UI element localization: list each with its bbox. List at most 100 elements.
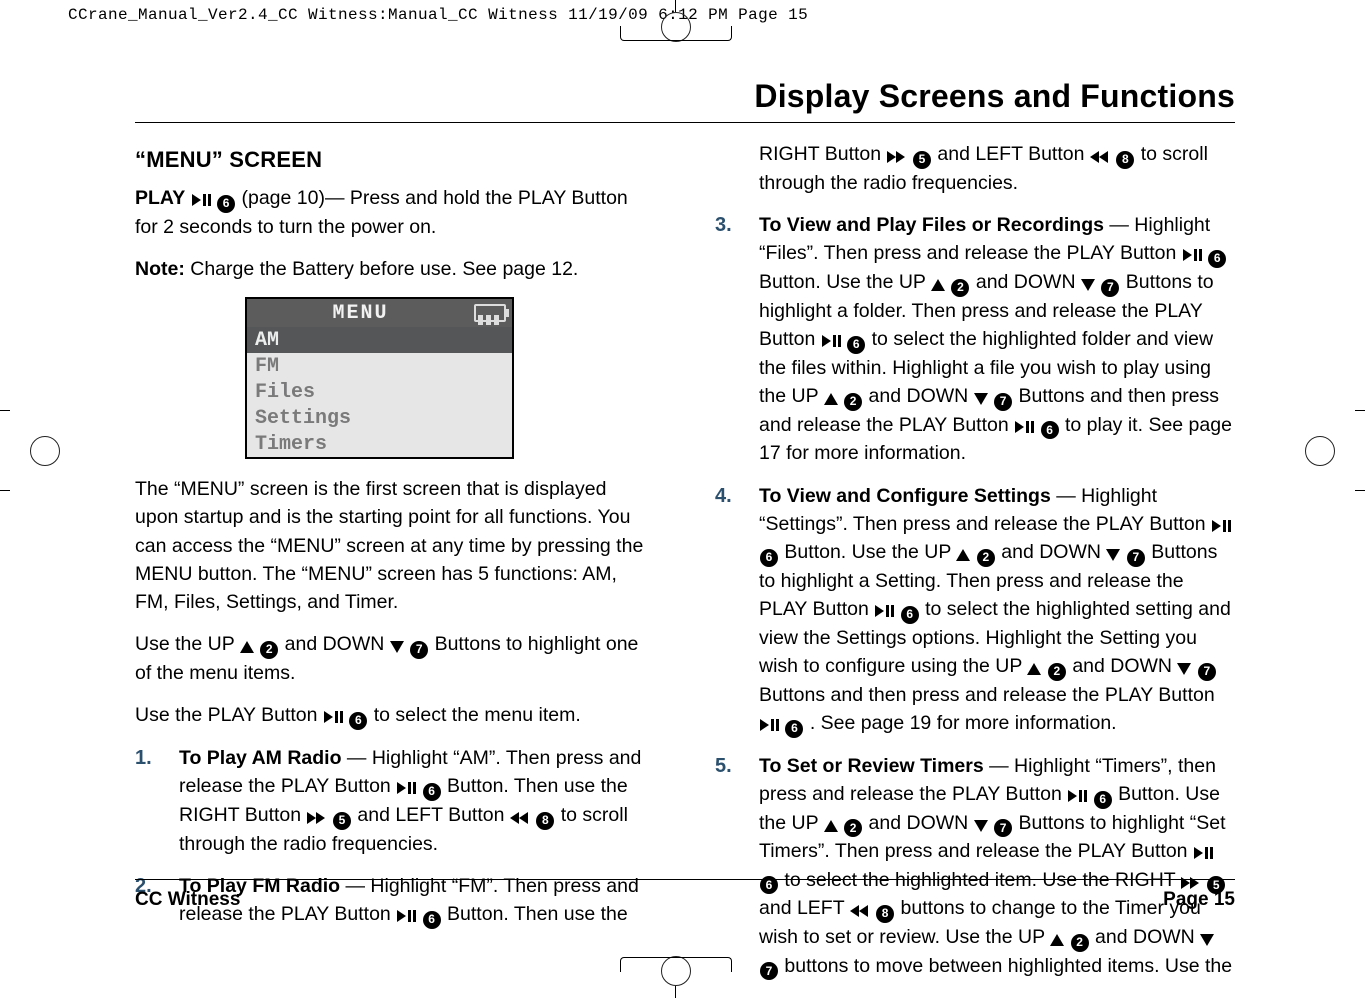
text: and DOWN (1072, 655, 1177, 677)
up-arrow-icon (931, 279, 945, 291)
list-item: 5. To Set or Review Timers — Highlight “… (715, 752, 1235, 981)
callout-6-icon: 6 (760, 549, 778, 567)
down-arrow-icon (1081, 279, 1095, 291)
paragraph: The “MENU” screen is the first screen th… (135, 475, 655, 616)
crop-mark (0, 490, 10, 491)
registration-mark-right (1305, 436, 1335, 466)
list-number: 4. (715, 482, 732, 511)
callout-6-icon: 6 (1041, 421, 1059, 439)
up-arrow-icon (956, 549, 970, 561)
right-column: RIGHT Button 5 and LEFT Button 8 to scro… (715, 140, 1235, 875)
lcd-row: AM (247, 327, 512, 353)
play-pause-icon (396, 909, 416, 923)
text: and DOWN (1001, 541, 1106, 563)
note-text: Charge the Battery before use. See page … (190, 258, 578, 280)
list-number: 5. (715, 752, 732, 781)
callout-6-icon: 6 (785, 720, 803, 738)
text: Use the PLAY Button (135, 704, 323, 726)
play-pause-icon (759, 718, 779, 732)
fast-forward-icon (887, 151, 907, 163)
callout-6-icon: 6 (349, 712, 367, 730)
fast-forward-icon (307, 812, 327, 824)
footer-rule (135, 879, 1235, 880)
callout-2-icon: 2 (844, 819, 862, 837)
list-item: 3. To View and Play Files or Recordings … (715, 211, 1235, 468)
play-pause-icon (1211, 519, 1231, 533)
down-arrow-icon (1177, 663, 1191, 675)
callout-2-icon: 2 (951, 279, 969, 297)
play-pause-icon (191, 193, 211, 207)
play-pause-icon (1182, 248, 1202, 262)
callout-7-icon: 7 (994, 819, 1012, 837)
text: Button. Use the UP (784, 541, 956, 563)
text: . See page 19 for more information. (810, 712, 1117, 734)
page-header: Display Screens and Functions (135, 78, 1235, 115)
section-heading: “MENU” SCREEN (135, 144, 655, 176)
callout-6-icon: 6 (1094, 791, 1112, 809)
paragraph: Use the PLAY Button 6 to select the menu… (135, 701, 655, 730)
battery-icon (474, 304, 506, 322)
callout-8-icon: 8 (1116, 151, 1134, 169)
text: and DOWN (976, 271, 1081, 293)
list-lead: To View and Configure Settings (759, 485, 1051, 507)
text: Buttons and then press and release the P… (759, 684, 1215, 706)
up-arrow-icon (824, 393, 838, 405)
play-pause-icon (874, 604, 894, 618)
footer-right: Page 15 (1163, 889, 1235, 911)
text: and LEFT Button (937, 143, 1090, 165)
play-pause-icon (1014, 420, 1034, 434)
note-label: Note: (135, 258, 185, 280)
callout-6-icon: 6 (423, 783, 441, 801)
down-arrow-icon (974, 393, 988, 405)
callout-7-icon: 7 (1198, 663, 1216, 681)
list-number: 1. (135, 744, 152, 773)
lcd-row: Settings (247, 405, 512, 431)
header-rule (135, 122, 1235, 123)
text: RIGHT Button (759, 143, 887, 165)
callout-7-icon: 7 (994, 393, 1012, 411)
play-pause-icon (821, 334, 841, 348)
callout-2-icon: 2 (260, 641, 278, 659)
text: Use the UP (135, 633, 240, 655)
rewind-icon (1090, 151, 1110, 163)
play-label: PLAY (135, 187, 185, 209)
text: and DOWN (869, 385, 974, 407)
text: and DOWN (1095, 926, 1200, 948)
registration-mark-left (30, 436, 60, 466)
callout-6-icon: 6 (1208, 250, 1226, 268)
left-column: “MENU” SCREEN PLAY 6 (page 10)— Press an… (135, 140, 655, 875)
callout-2-icon: 2 (1071, 934, 1089, 952)
crop-mark (1355, 490, 1365, 491)
up-arrow-icon (1027, 663, 1041, 675)
lcd-row: Timers (247, 431, 512, 457)
callout-2-icon: 2 (977, 549, 995, 567)
callout-6-icon: 6 (901, 606, 919, 624)
footer-left: CC Witness (135, 889, 240, 911)
page-title: Display Screens and Functions (135, 78, 1235, 115)
crop-mark (0, 410, 10, 411)
list-number: 3. (715, 211, 732, 240)
down-arrow-icon (390, 641, 404, 653)
down-arrow-icon (1106, 549, 1120, 561)
text: Button. Use the UP (759, 271, 931, 293)
continuation-paragraph: RIGHT Button 5 and LEFT Button 8 to scro… (715, 140, 1235, 197)
callout-2-icon: 2 (1048, 663, 1066, 681)
lcd-menu-screenshot: MENU AM FM Files Settings Timers (245, 297, 514, 459)
list-item: 4. To View and Configure Settings — High… (715, 482, 1235, 738)
play-pause-icon (323, 710, 343, 724)
text: and DOWN (869, 812, 974, 834)
lcd-row: FM (247, 353, 512, 379)
list-lead: To Set or Review Timers (759, 755, 984, 777)
callout-6-icon: 6 (423, 911, 441, 929)
down-arrow-icon (1200, 934, 1214, 946)
crop-mark (1355, 410, 1365, 411)
list-lead: To View and Play Files or Recordings (759, 214, 1104, 236)
note-line: Note: Charge the Battery before use. See… (135, 255, 655, 283)
list-lead: To Play AM Radio (179, 747, 342, 769)
callout-6-icon: 6 (217, 195, 235, 213)
play-pause-icon (396, 781, 416, 795)
text: buttons to move between highlighted item… (784, 955, 1232, 977)
callout-5-icon: 5 (333, 812, 351, 830)
play-pause-icon (1067, 789, 1087, 803)
registration-mark-top (620, 6, 730, 38)
